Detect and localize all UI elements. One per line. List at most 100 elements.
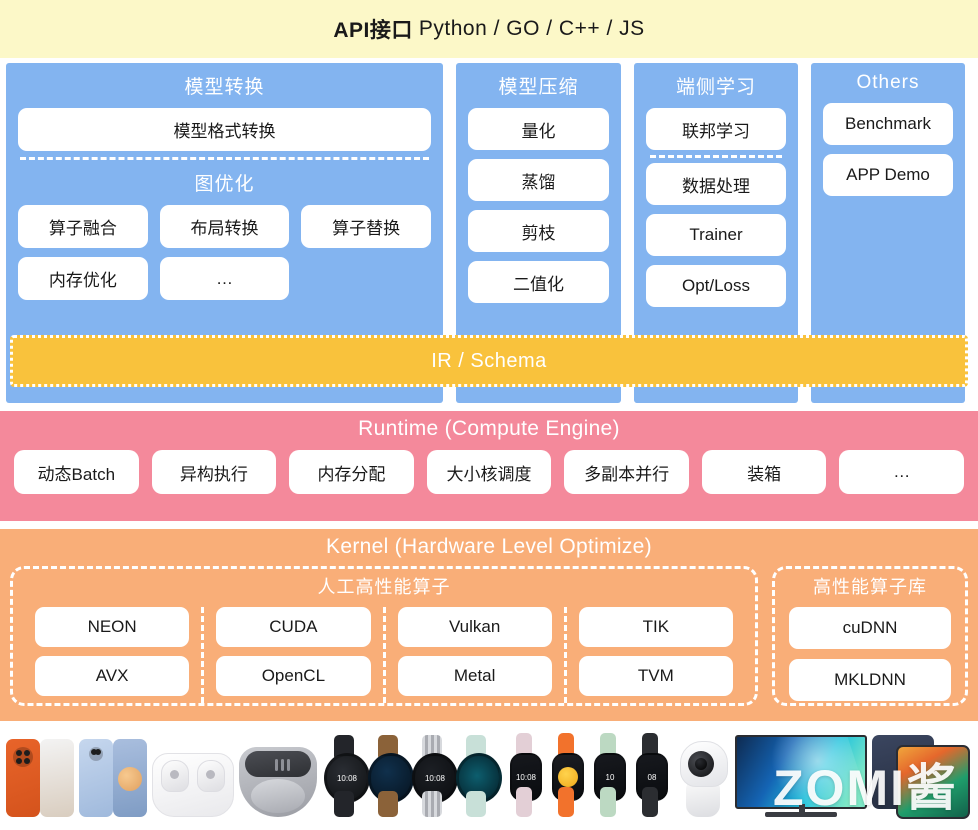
item-operator-replace[interactable]: 算子替换 [301,205,432,248]
camera-lens-cluster-icon [89,747,103,761]
graph-opt-row-1: 算子融合 布局转换 算子替换 [18,205,432,248]
earbuds-case-lid-icon [245,751,311,777]
fitness-band-orange [545,733,587,817]
api-banner-languages: Python / GO / C++ / JS [418,17,645,40]
runtime-items: 动态Batch 异构执行 内存分配 大小核调度 多副本并行 装箱 … [14,450,965,494]
api-banner-label: API接口 [333,19,413,42]
on-device-items: 数据处理 Trainer Opt/Loss [646,163,786,307]
phone-orange [6,739,74,817]
tv-stand-icon [765,812,837,817]
kernel-library-title: 高性能算子库 [813,577,927,597]
earbuds-gray-case [239,747,317,817]
watch-strap-icon [422,791,442,817]
runtime-section: Runtime (Compute Engine) 动态Batch 异构执行 内存… [0,411,978,521]
device-strip: 10:08 10:08 10:08 10 08 ZOMI酱 [0,721,978,821]
wallpaper-icon [118,767,142,791]
item-data-processing[interactable]: 数据处理 [646,163,786,205]
dashed-separator [20,157,429,160]
band-strap-icon [600,787,616,817]
watch-strap-icon [334,791,354,817]
manual-kernels-title: 人工高性能算子 [317,577,451,597]
item-opencl[interactable]: OpenCL [216,656,371,696]
kernel-group-cpu-arm: NEON AVX [23,607,201,703]
kernel-group-compiler: TIK TVM [563,607,745,703]
phone-back-blue-icon [79,739,113,817]
kernel-library-box: 高性能算子库 cuDNN MKLDNN [772,566,968,706]
earbuds-white-case [152,753,234,817]
clock-dial-icon [558,767,578,787]
item-opt-loss[interactable]: Opt/Loss [646,265,786,307]
item-benchmark[interactable]: Benchmark [823,103,953,145]
item-more-ellipsis[interactable]: … [159,257,290,300]
item-dynamic-batch[interactable]: 动态Batch [14,450,139,494]
item-operator-fusion[interactable]: 算子融合 [18,205,148,248]
compression-items: 量化 蒸馏 剪枝 二值化 [468,108,609,303]
item-tvm[interactable]: TVM [578,656,733,696]
earbuds-case-body-icon [251,779,305,813]
item-multi-replica-parallel[interactable]: 多副本并行 [564,450,689,494]
ir-schema-label: IR / Schema [431,349,547,372]
kernel-section: Kernel (Hardware Level Optimize) 人工高性能算子… [0,529,978,721]
fitness-band-green: 10 [587,733,629,817]
others-items: Benchmark APP Demo [823,103,953,196]
column-title: Others [856,72,920,93]
item-neon[interactable]: NEON [35,607,190,647]
item-avx[interactable]: AVX [35,656,190,696]
item-more-ellipsis[interactable]: … [839,450,965,494]
smartwatch-mint [454,735,502,817]
fitness-band-cluster: 10:08 10 08 [503,733,671,817]
item-packing[interactable]: 装箱 [701,450,827,494]
item-quantization[interactable]: 量化 [468,108,609,150]
manual-kernel-groups: NEON AVX CUDA OpenCL Vulkan Metal TIK TV… [23,607,745,703]
item-distillation[interactable]: 蒸馏 [468,159,609,201]
api-banner: API接口 Python / GO / C++ / JS [0,0,978,58]
fitness-band-pink: 10:08 [503,733,545,817]
phone-screen-icon [113,739,147,817]
frontend-section: 模型转换 模型格式转换 图优化 算子融合 布局转换 算子替换 内存优化 … 模型… [0,63,978,403]
camera-lens-cluster-icon [13,747,33,767]
item-federated-learning[interactable]: 联邦学习 [646,108,786,150]
item-trainer[interactable]: Trainer [646,214,786,256]
smartwatch-black: 10:08 [322,735,370,817]
item-metal[interactable]: Metal [397,656,552,696]
item-big-little-core-scheduling[interactable]: 大小核调度 [426,450,552,494]
item-pruning[interactable]: 剪枝 [468,210,609,252]
column-title: 模型转换 [184,77,265,98]
item-binarization[interactable]: 二值化 [468,261,609,303]
kernel-title: Kernel (Hardware Level Optimize) [326,535,652,558]
column-title: 模型压缩 [498,77,579,98]
smart-tv [735,735,867,817]
security-camera [676,741,730,817]
ir-schema-band[interactable]: IR / Schema [10,335,968,387]
fitness-band-black: 08 [629,733,671,817]
band-strap-icon [642,787,658,817]
item-tik[interactable]: TIK [578,607,733,647]
kernel-group-gpu-compute: CUDA OpenCL [201,607,382,703]
item-model-format-conversion[interactable]: 模型格式转换 [18,108,431,151]
item-cuda[interactable]: CUDA [216,607,371,647]
item-app-demo[interactable]: APP Demo [823,154,953,196]
dashed-separator [650,155,782,158]
item-memory-allocation[interactable]: 内存分配 [289,450,414,494]
smartwatch-steel: 10:08 [410,735,458,817]
item-cudnn[interactable]: cuDNN [789,607,951,649]
kernel-body: 人工高性能算子 NEON AVX CUDA OpenCL Vulkan Meta… [10,566,968,706]
column-title: 端侧学习 [675,77,756,98]
item-layout-transform[interactable]: 布局转换 [159,205,290,248]
watch-strap-icon [378,791,398,817]
tablet [872,733,972,819]
smartwatch-cluster: 10:08 10:08 [322,735,502,817]
kernel-library-items: cuDNN MKLDNN [785,607,955,701]
tv-screen-icon [735,735,867,809]
column-subtitle: 图优化 [194,174,255,195]
tablet-screen-icon [896,745,970,819]
item-memory-optimize[interactable]: 内存优化 [18,257,148,300]
camera-lens-icon [688,751,714,777]
runtime-title: Runtime (Compute Engine) [358,417,620,440]
item-mkldnn[interactable]: MKLDNN [789,659,951,701]
band-strap-icon [516,787,532,817]
earbud-left-icon [161,760,189,792]
phone-screen-icon [40,739,74,817]
item-heterogeneous-exec[interactable]: 异构执行 [151,450,277,494]
item-vulkan[interactable]: Vulkan [397,607,552,647]
